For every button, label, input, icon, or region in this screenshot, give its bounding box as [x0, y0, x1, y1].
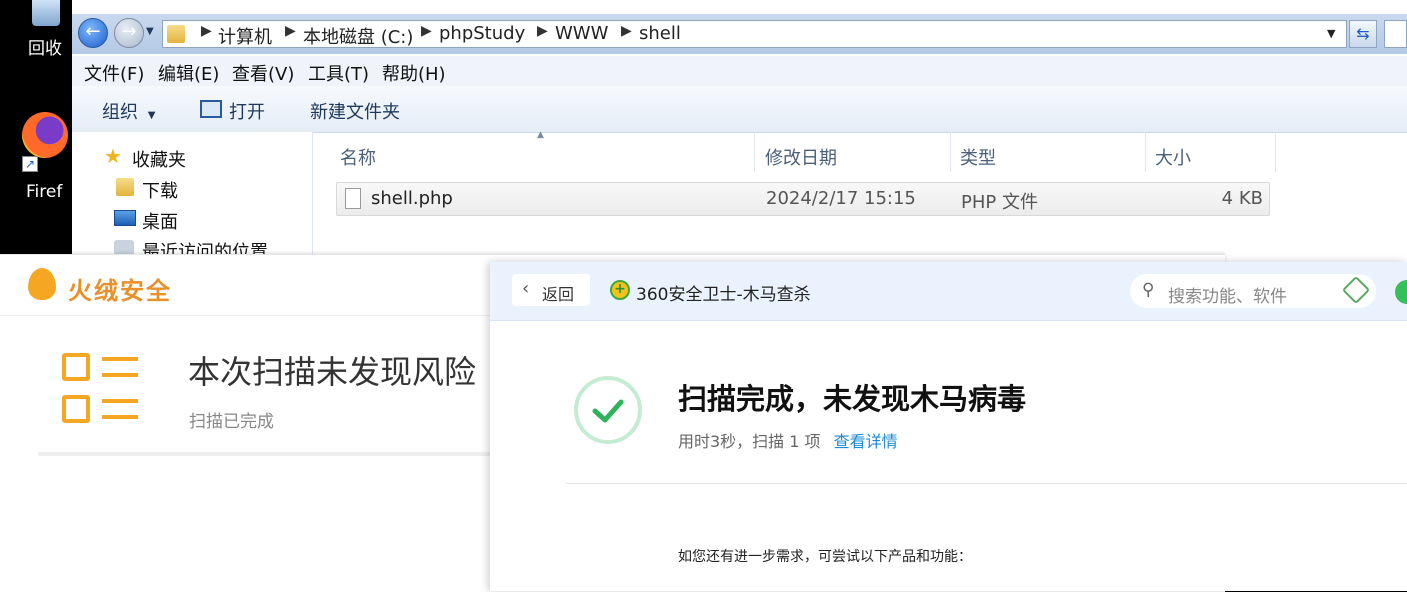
- arrow-right-icon: →: [121, 21, 137, 42]
- column-header-type[interactable]: 类型: [950, 132, 1146, 172]
- column-header-size[interactable]: 大小: [1145, 132, 1276, 172]
- huorong-result-sub: 扫描已完成: [189, 412, 274, 432]
- history-dropdown-icon[interactable]: ▼: [146, 26, 154, 37]
- file-type: PHP 文件: [961, 192, 1038, 213]
- huorong-flame-icon: [28, 268, 56, 300]
- column-size-label: 大小: [1155, 148, 1191, 169]
- refresh-button[interactable]: ⇆: [1349, 20, 1377, 48]
- new-folder-button[interactable]: 新建文件夹: [310, 98, 400, 124]
- breadcrumb[interactable]: ▶ 计算机 ▶ 本地磁盘 (C:) ▶ phpStudy ▶ WWW ▶ she…: [162, 20, 1347, 48]
- q360-result-detail: 用时3秒，扫描 1 项 查看详情: [678, 428, 898, 452]
- breadcrumb-separator-icon: ▶: [621, 23, 632, 39]
- breadcrumb-www[interactable]: WWW: [555, 23, 608, 44]
- arrow-left-icon: ←: [85, 21, 101, 42]
- chevron-down-icon: ▼: [147, 110, 156, 121]
- column-type-label: 类型: [960, 148, 996, 169]
- breadcrumb-separator-icon: ▶: [285, 23, 296, 39]
- chevron-left-icon: ‹: [522, 278, 530, 299]
- open-button[interactable]: 打开: [229, 98, 265, 124]
- column-header-date[interactable]: 修改日期: [755, 132, 951, 172]
- q360-header: ‹ 返回 + 360安全卫士-木马查杀 ⚲ 搜索功能、软件: [490, 262, 1407, 321]
- suggestion-text: 如您还有进一步需求，可尝试以下产品和功能：: [678, 549, 972, 565]
- shortcut-arrow-icon: ↗: [22, 156, 38, 172]
- report-list-icon: [62, 353, 140, 427]
- file-row[interactable]: shell.php 2024/2/17 15:15 PHP 文件 4 KB: [336, 182, 1270, 216]
- status-dot-icon: [1395, 280, 1407, 304]
- search-placeholder: 搜索功能、软件: [1168, 287, 1287, 307]
- file-name: shell.php: [371, 188, 453, 209]
- file-size: 4 KB: [1221, 188, 1263, 209]
- organize-label: 组织: [102, 102, 138, 123]
- breadcrumb-separator-icon: ▶: [537, 23, 548, 39]
- nav-desktop[interactable]: 桌面: [142, 208, 178, 234]
- forward-button[interactable]: →: [114, 18, 144, 48]
- q360-app-title: 360安全卫士-木马查杀: [636, 285, 811, 305]
- back-button[interactable]: ←: [78, 18, 108, 48]
- menu-edit[interactable]: 编辑(E): [158, 60, 219, 86]
- back-button[interactable]: ‹ 返回: [512, 274, 590, 306]
- q360-logo-icon: +: [610, 280, 630, 300]
- search-box[interactable]: [1384, 20, 1407, 48]
- column-header-name[interactable]: 名称: [336, 132, 755, 172]
- huorong-brand: 火绒安全: [68, 277, 172, 305]
- success-check-icon: [574, 376, 642, 444]
- open-icon: [200, 100, 222, 118]
- breadcrumb-separator-icon: ▶: [421, 23, 432, 39]
- desktop-icon: [114, 210, 136, 226]
- column-date-label: 修改日期: [765, 148, 837, 169]
- nav-favorites[interactable]: 收藏夹: [132, 146, 186, 172]
- breadcrumb-drive[interactable]: 本地磁盘 (C:): [303, 23, 413, 49]
- search-input[interactable]: ⚲ 搜索功能、软件: [1130, 274, 1376, 308]
- firefox-icon[interactable]: [22, 112, 68, 158]
- refresh-icon: ⇆: [1356, 24, 1370, 43]
- view-details-link[interactable]: 查看详情: [834, 432, 898, 451]
- menu-file[interactable]: 文件(F): [84, 60, 144, 86]
- folder-icon: [167, 25, 185, 43]
- divider: [38, 452, 498, 456]
- address-dropdown-icon[interactable]: ▼: [1327, 27, 1335, 40]
- menu-view[interactable]: 查看(V): [232, 60, 294, 86]
- file-date: 2024/2/17 15:15: [766, 188, 916, 209]
- nav-downloads[interactable]: 下载: [142, 177, 178, 203]
- huorong-result-title: 本次扫描未发现风险: [188, 353, 477, 391]
- back-label: 返回: [542, 285, 575, 304]
- scan-summary: 用时3秒，扫描 1 项: [678, 432, 821, 451]
- breadcrumb-phpstudy[interactable]: phpStudy: [439, 23, 525, 44]
- firefox-label: Firef: [26, 182, 63, 202]
- q360-result-title: 扫描完成，未发现木马病毒: [678, 382, 1027, 416]
- q360-window: ‹ 返回 + 360安全卫士-木马查杀 ⚲ 搜索功能、软件 扫描完成，未发现木马…: [490, 262, 1407, 591]
- divider: [566, 483, 1407, 484]
- organize-button[interactable]: 组织 ▼: [102, 98, 155, 124]
- menu-tools[interactable]: 工具(T): [308, 60, 369, 86]
- search-icon: ⚲: [1142, 280, 1155, 300]
- shield-icon[interactable]: [1341, 275, 1371, 305]
- recycle-bin-icon[interactable]: [32, 0, 60, 26]
- menu-bar: 文件(F) 编辑(E) 查看(V) 工具(T) 帮助(H): [72, 56, 1407, 87]
- php-file-icon: [345, 188, 361, 209]
- column-name-label: 名称: [340, 148, 376, 169]
- breadcrumb-shell[interactable]: shell: [639, 23, 681, 44]
- breadcrumb-computer[interactable]: 计算机: [218, 23, 272, 49]
- command-bar: 组织 ▼ 打开 新建文件夹: [72, 86, 1407, 133]
- menu-help[interactable]: 帮助(H): [382, 60, 446, 86]
- downloads-folder-icon: [116, 178, 134, 196]
- breadcrumb-separator-icon: ▶: [201, 23, 212, 39]
- favorites-star-icon: ★: [104, 144, 122, 168]
- recycle-bin-label: 回收: [28, 39, 62, 59]
